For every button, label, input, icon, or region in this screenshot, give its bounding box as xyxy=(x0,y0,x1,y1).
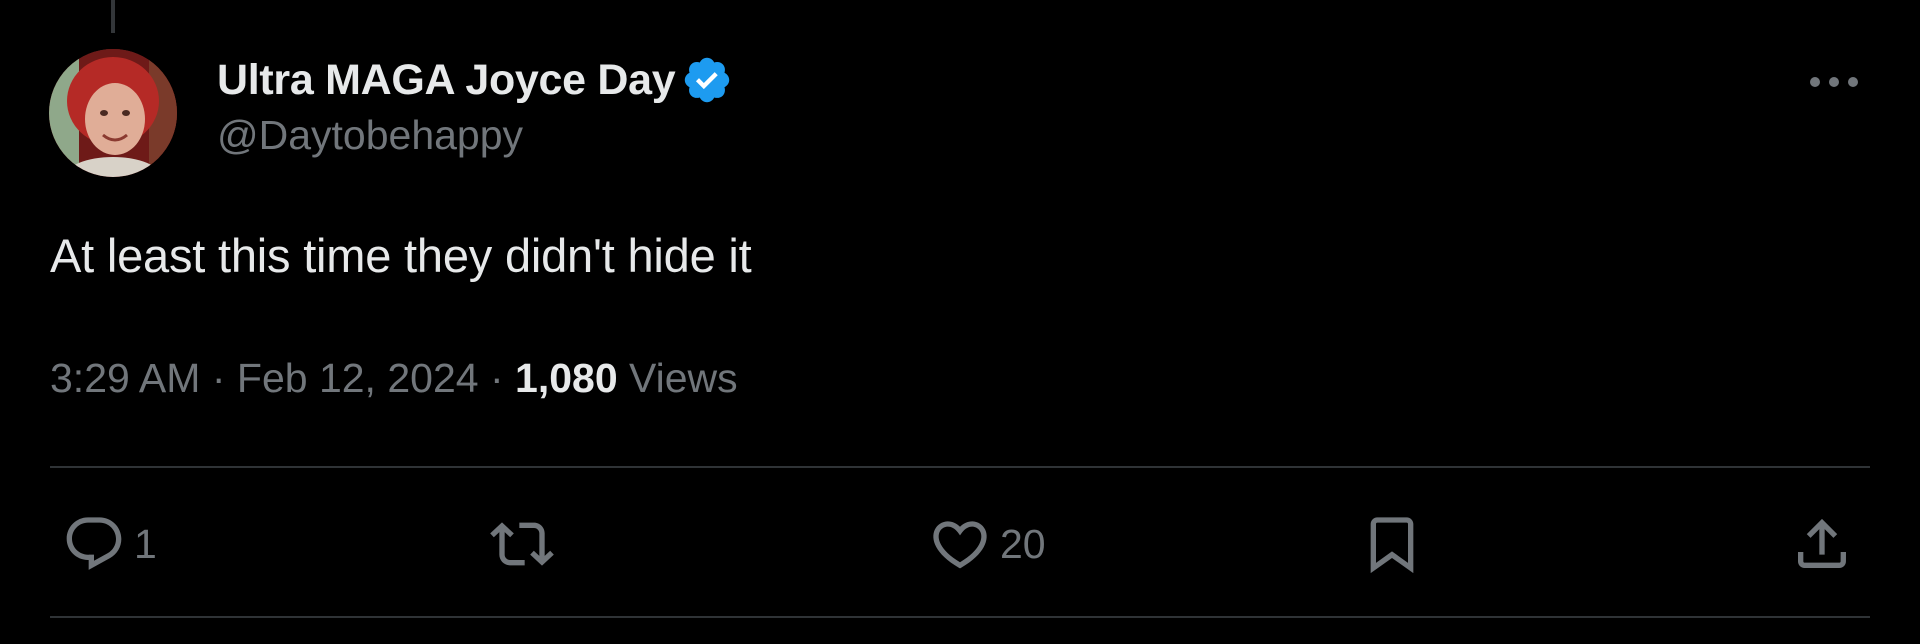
bookmark-icon xyxy=(1370,517,1414,574)
tweet-time[interactable]: 3:29 AM xyxy=(50,355,200,401)
bookmark-button[interactable] xyxy=(1360,508,1424,580)
avatar[interactable] xyxy=(49,49,177,177)
tweet-detail: Ultra MAGA Joyce Day @Daytobehappy At le… xyxy=(0,0,1920,644)
like-button[interactable]: 20 xyxy=(928,508,1046,580)
heart-icon xyxy=(933,521,987,569)
share-button[interactable] xyxy=(1790,508,1854,580)
tweet-text: At least this time they didn't hide it xyxy=(50,229,752,282)
tweet-date[interactable]: Feb 12, 2024 xyxy=(237,355,479,401)
more-options-button[interactable] xyxy=(1804,62,1864,102)
reply-count: 1 xyxy=(134,520,157,567)
ellipsis-icon xyxy=(1810,77,1858,87)
reply-icon xyxy=(66,517,122,570)
views-count: 1,080 xyxy=(515,355,618,401)
divider xyxy=(50,616,1870,618)
verified-badge-icon[interactable] xyxy=(681,54,733,106)
tweet-header: Ultra MAGA Joyce Day @Daytobehappy xyxy=(217,52,733,159)
name-row: Ultra MAGA Joyce Day xyxy=(217,52,733,108)
retweet-button[interactable] xyxy=(490,508,554,580)
divider xyxy=(50,466,1870,468)
action-bar: 1 20 xyxy=(0,508,1920,580)
meta-separator: · xyxy=(489,355,504,401)
meta-separator: · xyxy=(211,355,226,401)
author-handle[interactable]: @Daytobehappy xyxy=(217,112,733,159)
avatar-photo xyxy=(49,49,177,177)
reply-button[interactable]: 1 xyxy=(62,508,157,580)
retweet-icon xyxy=(490,522,554,566)
share-icon xyxy=(1798,518,1846,568)
views-label: Views xyxy=(629,355,738,401)
like-count: 20 xyxy=(1000,520,1046,567)
author-display-name[interactable]: Ultra MAGA Joyce Day xyxy=(217,56,676,105)
tweet-meta: 3:29 AM · Feb 12, 2024 · 1,080 Views xyxy=(50,355,738,402)
thread-connector-line xyxy=(111,0,115,33)
